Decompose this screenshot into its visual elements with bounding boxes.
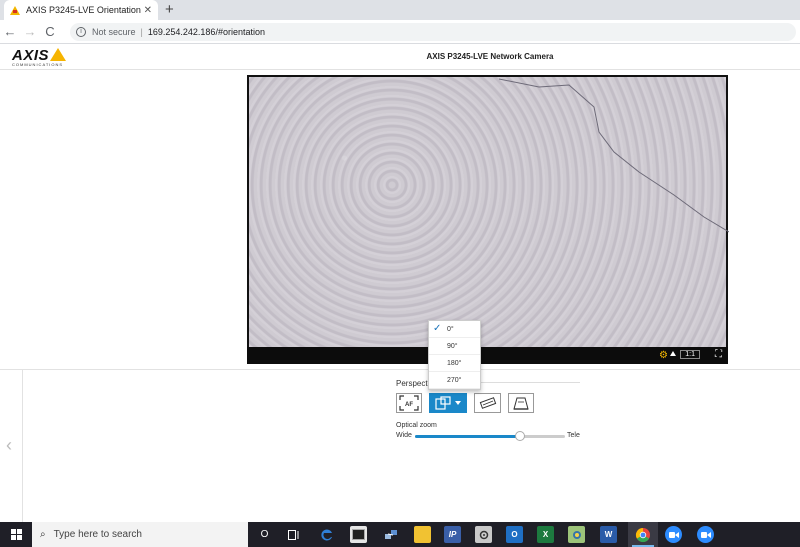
orientation-option-label: 270°	[447, 376, 462, 384]
outlook-icon[interactable]: O	[506, 526, 523, 543]
orientation-dropdown-button[interactable]	[429, 393, 467, 413]
reload-icon[interactable]: C	[40, 24, 60, 39]
fullscreen-icon[interactable]: ⛶	[715, 349, 722, 360]
zoom-tele-label: Tele	[567, 432, 580, 439]
wall-crack-graphic	[499, 78, 729, 233]
stream-settings-caret-icon[interactable]	[670, 351, 676, 356]
security-indicator: Not secure	[92, 27, 136, 37]
autofocus-button[interactable]: AF	[396, 393, 422, 413]
address-bar[interactable]: i Not secure | 169.254.242.186/#orientat…	[70, 23, 796, 41]
ip-utility-icon[interactable]: IP	[444, 526, 461, 543]
zoom-slider-fill	[415, 435, 520, 438]
gear-app-icon[interactable]	[475, 526, 492, 543]
autofocus-label: AF	[405, 402, 413, 408]
orientation-option-label: 0°	[447, 325, 454, 333]
logo-subtitle: COMMUNICATIONS	[12, 62, 64, 67]
forward-arrow-icon[interactable]: →	[20, 24, 40, 39]
file-explorer-icon[interactable]	[414, 526, 431, 543]
chrome-browser-icon[interactable]	[634, 526, 651, 543]
zoom-1to1-button[interactable]: 1:1	[680, 350, 700, 359]
autofocus-icon: AF	[399, 395, 419, 411]
left-rail-divider	[22, 370, 23, 522]
task-view-icon[interactable]	[285, 526, 302, 543]
perspective-correction-button[interactable]	[508, 393, 534, 413]
stream-settings-gear-icon[interactable]: ⚙	[659, 350, 668, 361]
windows-logo-icon	[10, 529, 22, 540]
windows-taskbar: ⌕ Type here to search O IP O X W	[0, 522, 800, 547]
panel-divider	[0, 369, 800, 370]
windows-start-button[interactable]	[0, 522, 32, 547]
browser-tab[interactable]: AXIS P3245-LVE Orientation ✕	[4, 0, 158, 20]
orientation-option-label: 90°	[447, 342, 458, 350]
orientation-option-180[interactable]: 180°	[429, 355, 480, 372]
python-app-icon[interactable]	[568, 526, 585, 543]
roll-correction-icon	[479, 397, 496, 409]
browser-tab-strip: AXIS P3245-LVE Orientation ✕ +	[0, 0, 800, 20]
back-arrow-icon[interactable]: ←	[0, 24, 20, 39]
zoom-meetings-icon[interactable]	[697, 526, 714, 543]
video-control-bar: ⚙ 1:1 ⛶	[247, 347, 728, 364]
page-header: AXIS COMMUNICATIONS AXIS P3245-LVE Netwo…	[0, 44, 800, 70]
edge-browser-icon[interactable]	[318, 526, 335, 543]
perspective-icon	[513, 397, 529, 410]
search-icon: ⌕	[40, 529, 46, 540]
axis-favicon-icon	[10, 5, 20, 15]
cortana-icon[interactable]: O	[256, 526, 273, 543]
orientation-option-label: 180°	[447, 359, 462, 367]
chevron-down-icon	[455, 401, 461, 405]
live-video-view[interactable]: ⚙ 1:1 ⛶	[247, 75, 729, 364]
orientation-dropdown-menu: ✓ 0° 90° 180° 270°	[428, 320, 481, 390]
optical-zoom-slider[interactable]	[415, 431, 565, 441]
orientation-option-90[interactable]: 90°	[429, 338, 480, 355]
url-separator: |	[140, 27, 143, 37]
rotate-orientation-icon	[435, 396, 451, 410]
tab-title: AXIS P3245-LVE Orientation	[26, 5, 141, 15]
search-placeholder: Type here to search	[53, 529, 142, 540]
url-text[interactable]: 169.254.242.186/#orientation	[148, 27, 265, 37]
new-tab-button[interactable]: +	[165, 1, 174, 18]
network-app-icon[interactable]	[382, 526, 399, 543]
zoom-meetings-icon[interactable]	[665, 526, 682, 543]
selected-check-icon: ✓	[433, 323, 442, 334]
orientation-option-270[interactable]: 270°	[429, 372, 480, 389]
camera-image	[249, 77, 729, 347]
info-icon[interactable]: i	[76, 27, 86, 37]
excel-icon[interactable]: X	[537, 526, 554, 543]
optical-zoom-label: Optical zoom	[396, 422, 437, 429]
terminal-app-icon[interactable]	[350, 526, 367, 543]
taskbar-search-box[interactable]: ⌕ Type here to search	[32, 522, 248, 547]
chevron-left-icon[interactable]: ‹	[6, 435, 12, 456]
browser-toolbar: ← → C i Not secure | 169.254.242.186/#or…	[0, 20, 800, 44]
zoom-wide-label: Wide	[396, 432, 412, 439]
product-title: AXIS P3245-LVE Network Camera	[426, 52, 554, 61]
zoom-slider-handle[interactable]	[515, 431, 525, 441]
tab-close-icon[interactable]: ✕	[144, 5, 152, 16]
orientation-option-0[interactable]: ✓ 0°	[429, 321, 480, 338]
word-icon[interactable]: W	[600, 526, 617, 543]
straighten-image-button[interactable]	[474, 393, 501, 413]
